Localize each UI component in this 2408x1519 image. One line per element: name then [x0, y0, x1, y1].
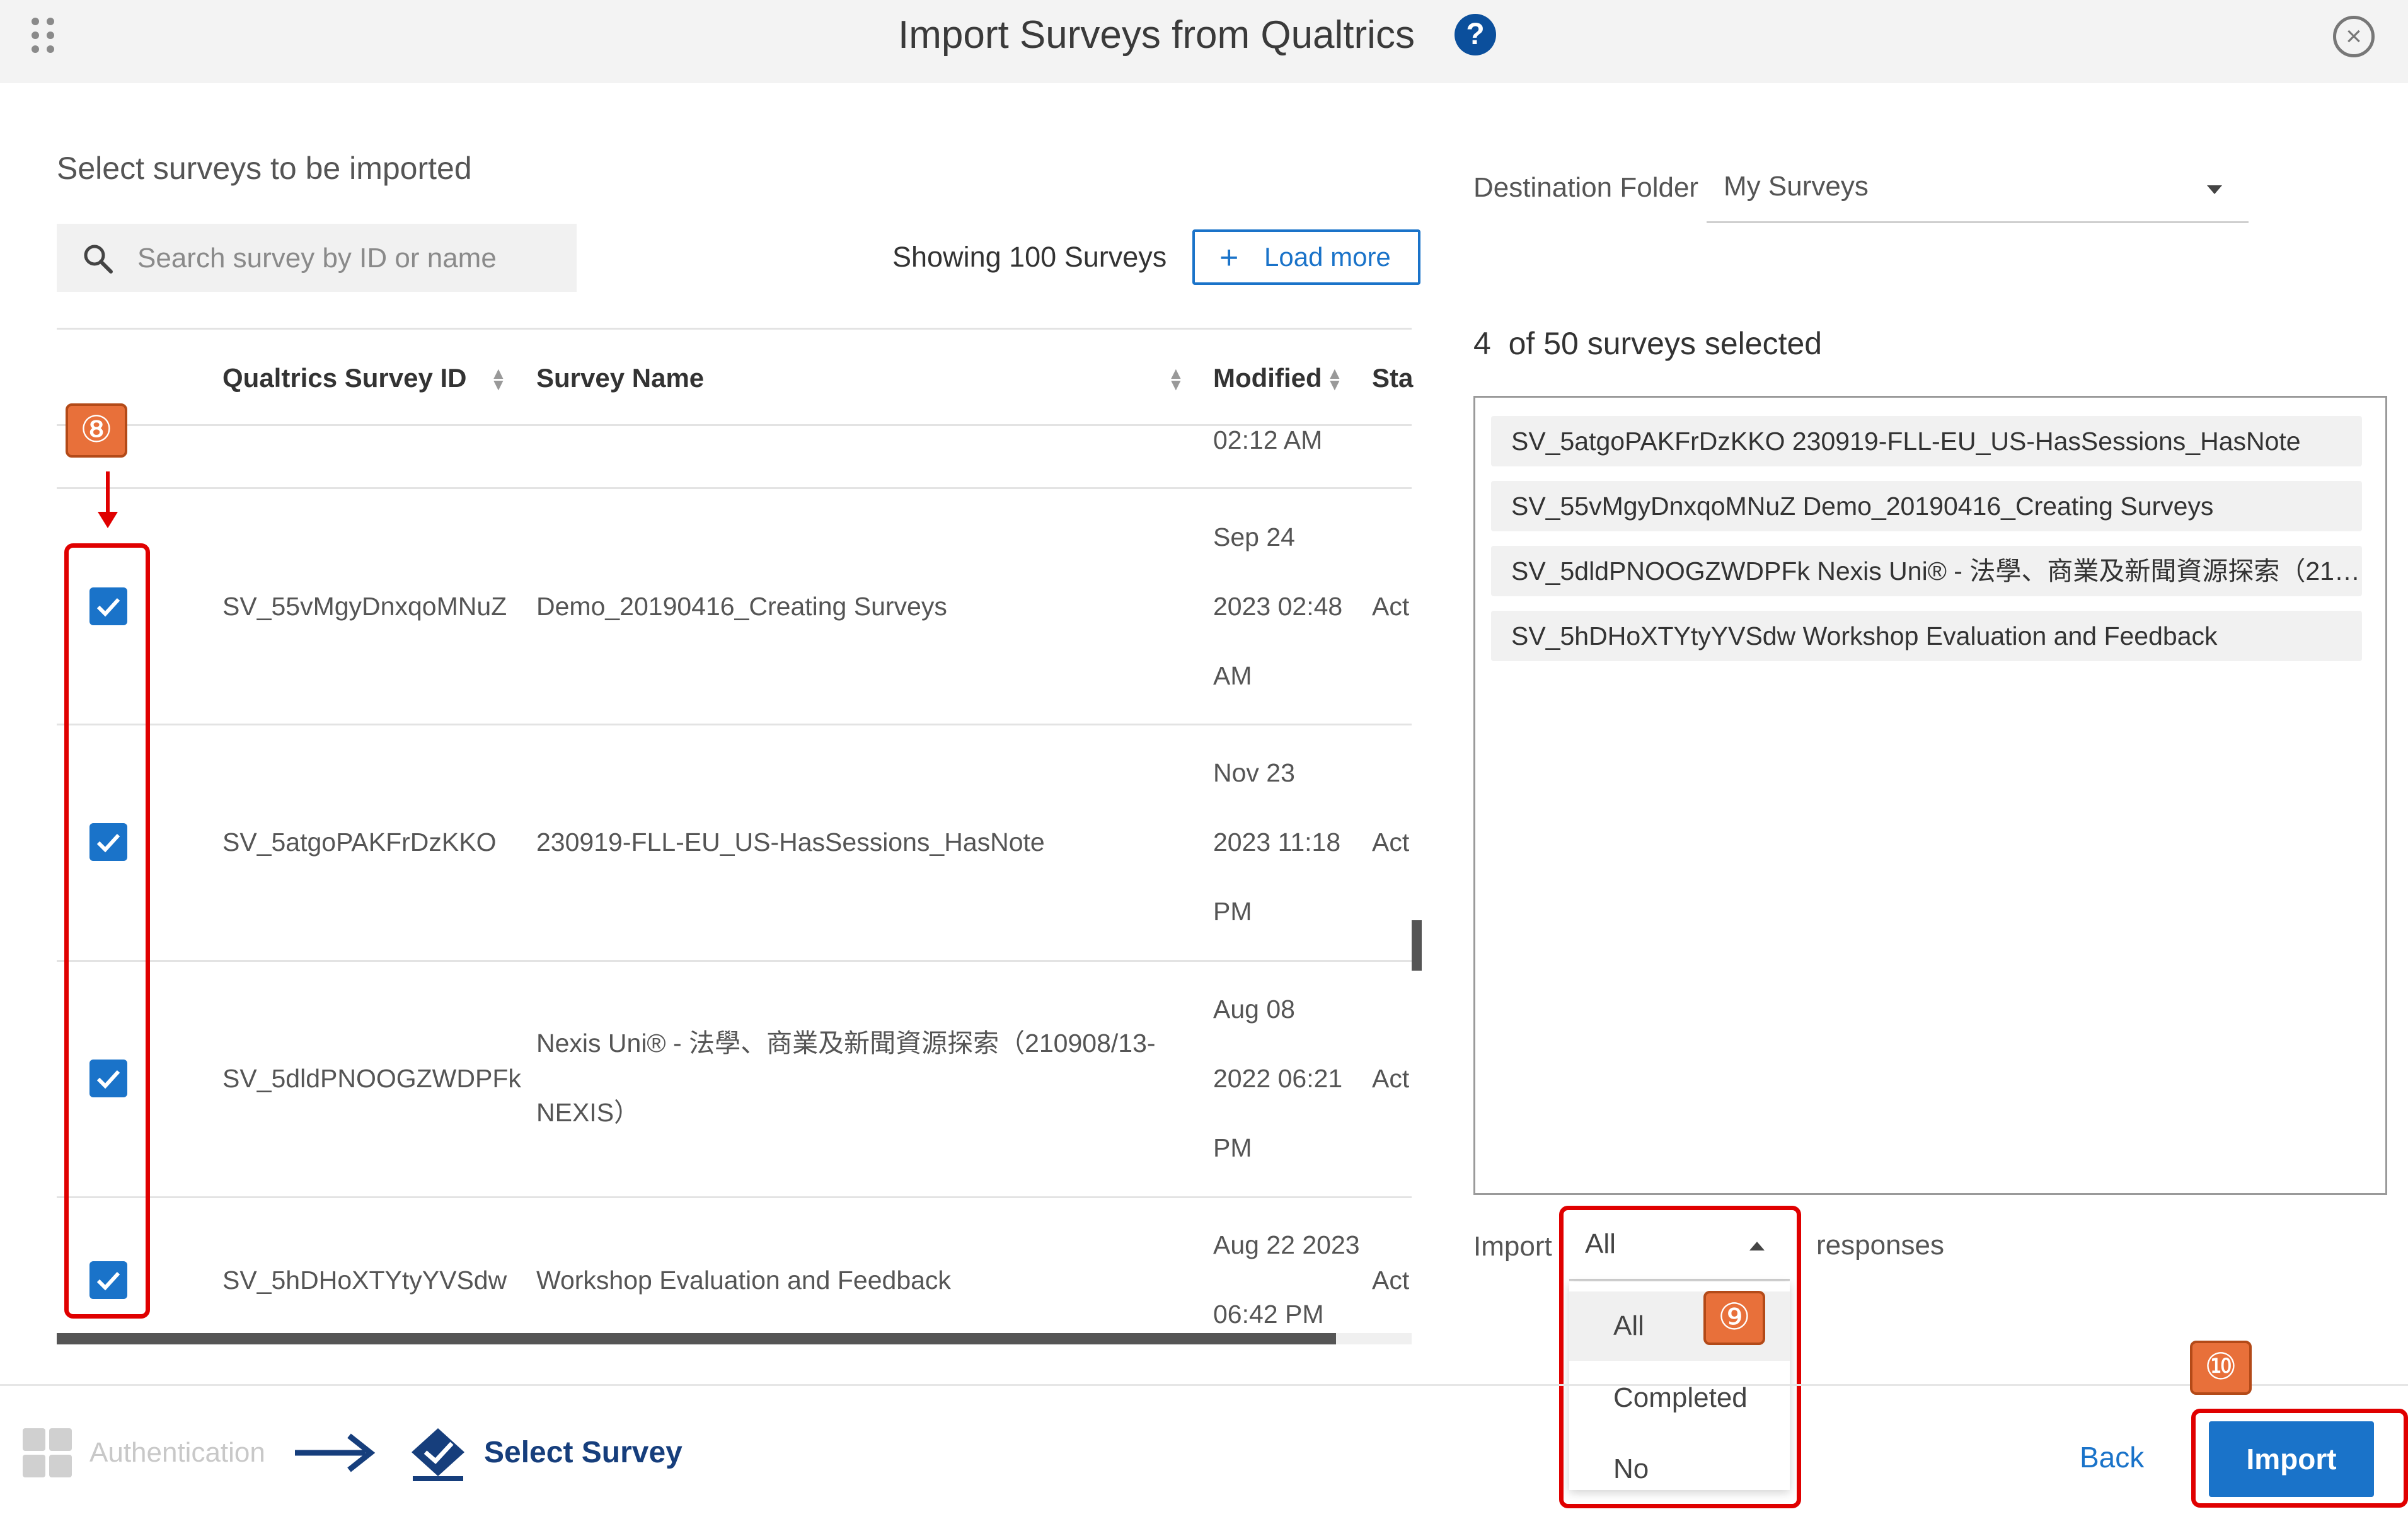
row-divider	[57, 960, 1412, 962]
selected-count-text: 4 of 50 surveys selected	[1473, 321, 1822, 366]
annotation-badge-9: ⑨	[1703, 1291, 1765, 1345]
search-icon	[84, 245, 113, 274]
selected-count: 4	[1473, 326, 1491, 361]
column-header-status[interactable]: Sta	[1372, 359, 1413, 397]
survey-name-cell: Workshop Evaluation and Feedback	[536, 1266, 951, 1295]
survey-id-cell: SV_55vMgyDnxqoMNuZ	[222, 592, 507, 621]
survey-name-cell: Demo_20190416_Creating Surveys	[536, 592, 947, 621]
survey-name-cell: 230919-FLL-EU_US-HasSessions_HasNote	[536, 828, 1045, 857]
vertical-scrollbar[interactable]	[1412, 920, 1422, 971]
selected-survey-chip[interactable]: SV_5dldPNOOGZWDPFk Nexis Uni® - 法學、商業及新聞…	[1491, 546, 2362, 596]
modified-cell: Sep 24	[1213, 523, 1295, 552]
destination-folder-label: Destination Folder	[1473, 172, 1699, 203]
selected-survey-chip[interactable]: SV_5atgoPAKFrDzKKO 230919-FLL-EU_US-HasS…	[1491, 416, 2362, 466]
selected-count-suffix: of 50 surveys selected	[1508, 326, 1823, 361]
modified-cell: 06:42 PM	[1213, 1300, 1324, 1329]
authentication-step-icon	[23, 1428, 73, 1479]
help-icon[interactable]: ?	[1455, 14, 1496, 55]
annotation-badge-8: ⑧	[66, 403, 127, 458]
modified-cell: PM	[1213, 1133, 1252, 1162]
select-survey-step-icon	[412, 1428, 464, 1481]
sort-icon[interactable]: ▲ ▼	[1168, 365, 1184, 393]
annotation-frame-responses	[1559, 1206, 1801, 1508]
status-cell: Act	[1372, 1064, 1410, 1093]
caret-down-icon	[2207, 185, 2222, 194]
modified-cell: Aug 08	[1213, 995, 1295, 1024]
section-title: Select surveys to be imported	[57, 151, 472, 186]
step-select-survey: Select Survey	[484, 1436, 683, 1469]
back-button[interactable]: Back	[2080, 1437, 2144, 1477]
annotation-badge-10: ⑩	[2190, 1341, 2252, 1395]
row-divider	[57, 1196, 1412, 1198]
sort-icon[interactable]: ▲ ▼	[1327, 365, 1343, 393]
horizontal-scrollbar[interactable]	[57, 1333, 1336, 1344]
modified-cell: 2022 06:21	[1213, 1064, 1343, 1093]
annotation-arrow-down-icon	[98, 471, 118, 528]
responses-label: responses	[1816, 1230, 1945, 1261]
search-placeholder: Search survey by ID or name	[137, 243, 497, 274]
row-divider	[57, 487, 1412, 489]
selected-survey-chip[interactable]: SV_5hDHoXTYtyYVSdw Workshop Evaluation a…	[1491, 611, 2362, 661]
drag-handle-icon[interactable]	[32, 18, 59, 55]
annotation-frame-import	[2191, 1409, 2408, 1508]
survey-id-cell: SV_5atgoPAKFrDzKKO	[222, 828, 497, 857]
survey-name-cell: Nexis Uni® - 法學、商業及新聞資源探索（210908/13-	[536, 1029, 1156, 1058]
modified-cell: PM	[1213, 897, 1252, 926]
import-responses-label: Import	[1473, 1231, 1552, 1262]
modified-cell: AM	[1213, 661, 1252, 690]
modified-cell: 2023 11:18	[1213, 828, 1341, 857]
survey-name-cell: NEXIS）	[536, 1098, 640, 1127]
column-header-modified[interactable]: Modified	[1213, 359, 1322, 397]
row-divider	[57, 424, 1412, 426]
arrow-right-icon	[295, 1433, 376, 1472]
annotation-frame-checkboxes	[64, 543, 150, 1319]
plus-icon: +	[1219, 240, 1239, 276]
modified-cell: 2023 02:48	[1213, 592, 1343, 621]
status-cell: Act	[1372, 1266, 1410, 1295]
destination-folder-value: My Surveys	[1724, 171, 1869, 202]
partial-row-time: 02:12 AM	[1213, 425, 1323, 454]
sort-icon[interactable]: ▲ ▼	[490, 365, 507, 393]
modified-cell: Nov 23	[1213, 758, 1295, 787]
survey-id-cell: SV_5hDHoXTYtyYVSdw	[222, 1266, 507, 1295]
row-divider	[57, 724, 1412, 725]
status-cell: Act	[1372, 592, 1410, 621]
column-header-survey-name[interactable]: Survey Name	[536, 359, 704, 397]
footer-divider	[0, 1384, 2408, 1386]
survey-id-cell: SV_5dldPNOOGZWDPFk	[222, 1064, 521, 1093]
showing-count: Showing 100 Surveys	[892, 241, 1167, 273]
dialog-title: Import Surveys from Qualtrics	[898, 13, 1415, 57]
step-authentication: Authentication	[89, 1437, 265, 1468]
status-cell: Act	[1372, 828, 1410, 857]
selected-survey-chip[interactable]: SV_55vMgyDnxqoMNuZ Demo_20190416_Creatin…	[1491, 481, 2362, 531]
modified-cell: Aug 22 2023	[1213, 1230, 1360, 1259]
close-icon[interactable]: ×	[2333, 16, 2375, 57]
column-header-survey-id[interactable]: Qualtrics Survey ID	[222, 359, 467, 397]
